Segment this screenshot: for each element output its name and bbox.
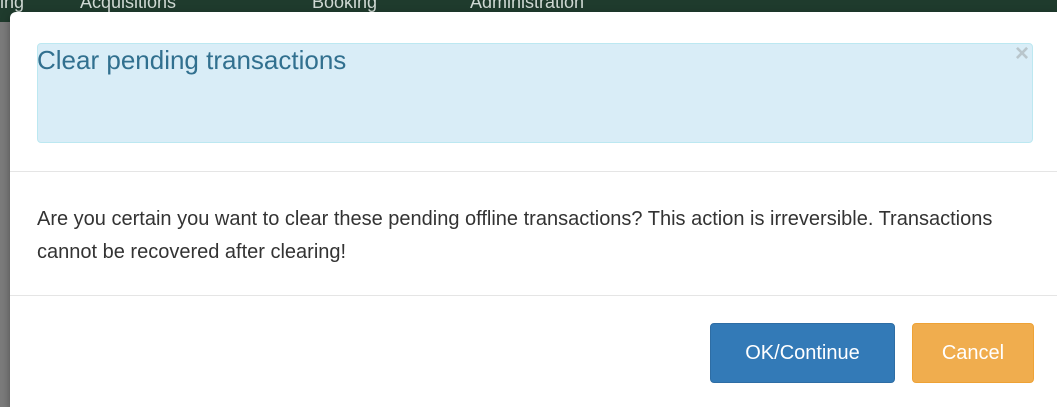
dialog-header: Clear pending transactions ×: [10, 12, 1057, 172]
background-page-edge: [0, 22, 10, 407]
close-button[interactable]: ×: [1012, 42, 1032, 66]
dialog-message: Are you certain you want to clear these …: [37, 208, 993, 263]
cancel-button[interactable]: Cancel: [912, 323, 1034, 383]
dialog-footer: OK/Continue Cancel: [10, 296, 1057, 407]
dialog-body: Are you certain you want to clear these …: [10, 172, 1057, 296]
confirm-dialog: Clear pending transactions × Are you cer…: [10, 12, 1057, 407]
dialog-title: Clear pending transactions: [37, 45, 347, 75]
ok-continue-button[interactable]: OK/Continue: [710, 323, 895, 383]
